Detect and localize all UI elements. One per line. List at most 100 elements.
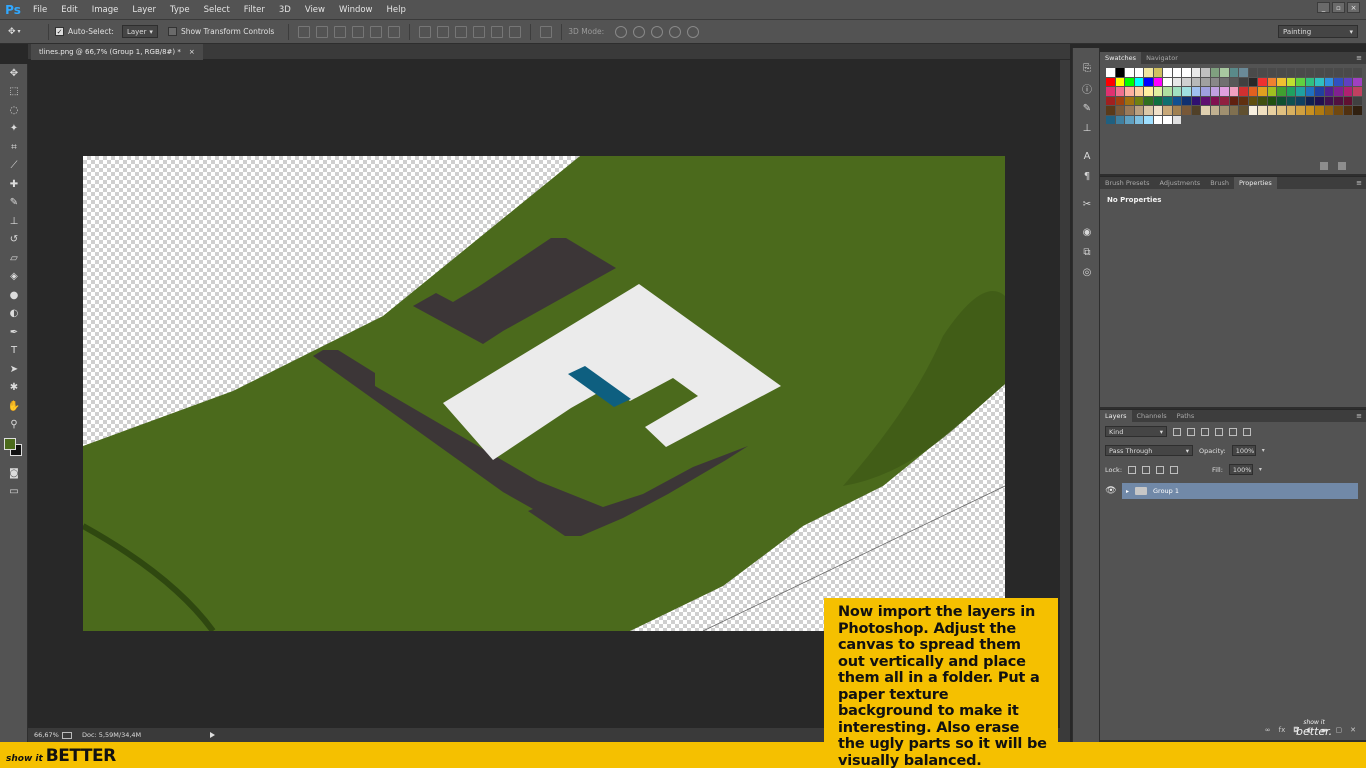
swatch-chip[interactable] [1144,77,1153,86]
rotate-3d-icon[interactable] [615,25,628,38]
layer-style-icon[interactable]: fx [1279,726,1286,734]
align-vcenter-icon[interactable] [316,25,329,38]
tab-brush[interactable]: Brush [1205,177,1234,189]
info-panel-icon[interactable]: ⓘ [1073,78,1101,98]
swatch-chip[interactable] [1144,68,1153,77]
swatch-chip[interactable] [1229,68,1238,77]
delete-swatch-icon[interactable] [1338,162,1346,170]
status-menu-arrow-icon[interactable] [210,732,215,738]
swatch-chip[interactable] [1125,87,1134,96]
swatch-chip[interactable] [1286,96,1295,105]
swatch-chip[interactable] [1315,96,1324,105]
distribute-top-icon[interactable] [419,25,432,38]
swatch-chip[interactable] [1182,68,1191,77]
tool-presets-panel-icon[interactable]: ✂ [1073,194,1101,214]
slide-3d-icon[interactable] [669,25,682,38]
swatch-chip[interactable] [1210,68,1219,77]
swatch-chip[interactable] [1239,96,1248,105]
swatch-chip[interactable] [1125,115,1134,124]
swatch-chip[interactable] [1324,96,1333,105]
swatch-chip[interactable] [1182,87,1191,96]
swatch-chip[interactable] [1248,87,1257,96]
swatch-chip[interactable] [1106,68,1115,77]
crop-tool-icon[interactable]: ⌗ [0,138,28,157]
swatch-chip[interactable] [1144,96,1153,105]
swatch-chip[interactable] [1153,87,1162,96]
document-canvas[interactable] [83,156,1005,631]
swatch-chip[interactable] [1239,68,1248,77]
swatch-chip[interactable] [1125,106,1134,115]
swatch-chip[interactable] [1267,77,1276,86]
swatch-chip[interactable] [1305,87,1314,96]
transform-controls-checkbox[interactable] [167,27,177,36]
swatch-chip[interactable] [1267,96,1276,105]
swatch-chip[interactable] [1106,106,1115,115]
workspace-dropdown[interactable]: Painting ▾ [1278,25,1358,38]
tab-paths[interactable]: Paths [1172,410,1200,422]
swatch-chip[interactable] [1258,87,1267,96]
3d-panel-icon[interactable]: ◉ [1073,222,1101,242]
visibility-eye-icon[interactable]: 👁 [1100,483,1122,499]
menu-view[interactable]: View [298,5,332,15]
swatch-chip[interactable] [1220,96,1229,105]
fill-field[interactable]: 100% [1228,464,1253,475]
swatch-chip[interactable] [1248,106,1257,115]
path-select-tool-icon[interactable]: ➤ [0,360,28,379]
swatch-chip[interactable] [1201,68,1210,77]
distribute-hcenter-icon[interactable] [491,25,504,38]
quick-mask-icon[interactable]: ◙ [0,464,28,483]
drag-3d-icon[interactable] [651,25,664,38]
distribute-bottom-icon[interactable] [455,25,468,38]
swatch-chip[interactable] [1106,115,1115,124]
type-tool-icon[interactable]: T [0,342,28,361]
swatch-chip[interactable] [1115,77,1124,86]
close-icon[interactable]: × [189,48,195,56]
lock-all-icon[interactable] [1170,465,1179,474]
swatch-chip[interactable] [1248,77,1257,86]
swatch-chip[interactable] [1334,68,1343,77]
lock-transparency-icon[interactable] [1128,465,1137,474]
swatch-chip[interactable] [1163,77,1172,86]
character-panel-icon[interactable]: A [1073,146,1101,166]
paint-bucket-tool-icon[interactable]: ◈ [0,268,28,287]
auto-align-icon[interactable] [540,25,553,38]
dodge-tool-icon[interactable]: ◐ [0,305,28,324]
menu-window[interactable]: Window [332,5,380,15]
swatch-chip[interactable] [1267,106,1276,115]
move-tool-preset-picker[interactable]: ✥ ▾ [8,24,42,40]
menu-help[interactable]: Help [380,5,413,15]
swatch-chip[interactable] [1153,115,1162,124]
tab-brush-presets[interactable]: Brush Presets [1100,177,1154,189]
history-brush-tool-icon[interactable]: ↺ [0,231,28,250]
swatch-chip[interactable] [1258,106,1267,115]
swatch-chip[interactable] [1210,106,1219,115]
new-swatch-icon[interactable] [1320,162,1328,170]
swatch-chip[interactable] [1315,106,1324,115]
swatch-chip[interactable] [1163,68,1172,77]
menu-layer[interactable]: Layer [125,5,163,15]
menu-image[interactable]: Image [85,5,126,15]
swatch-chip[interactable] [1239,77,1248,86]
swatch-chip[interactable] [1134,106,1143,115]
swatch-chip[interactable] [1201,77,1210,86]
swatch-chip[interactable] [1125,77,1134,86]
menu-type[interactable]: Type [163,5,197,15]
swatch-chip[interactable] [1182,77,1191,86]
screen-mode-icon[interactable]: ▭ [0,483,28,502]
paragraph-panel-icon[interactable]: ¶ [1073,166,1101,186]
swatch-chip[interactable] [1277,77,1286,86]
new-layer-icon[interactable]: ▢ [1336,726,1343,734]
blur-tool-icon[interactable]: ● [0,286,28,305]
marquee-tool-icon[interactable]: ⬚ [0,83,28,102]
swatch-chip[interactable] [1258,68,1267,77]
swatch-chip[interactable] [1125,96,1134,105]
align-hcenter-icon[interactable] [370,25,383,38]
brush-panel-icon[interactable]: ✎ [1073,98,1101,118]
swatch-chip[interactable] [1115,68,1124,77]
swatch-chip[interactable] [1305,68,1314,77]
filter-pixel-icon[interactable] [1173,427,1181,436]
align-right-icon[interactable] [388,25,401,38]
zoom-level[interactable]: 66,67% [28,731,62,739]
align-left-icon[interactable] [352,25,365,38]
swatch-chip[interactable] [1334,106,1343,115]
